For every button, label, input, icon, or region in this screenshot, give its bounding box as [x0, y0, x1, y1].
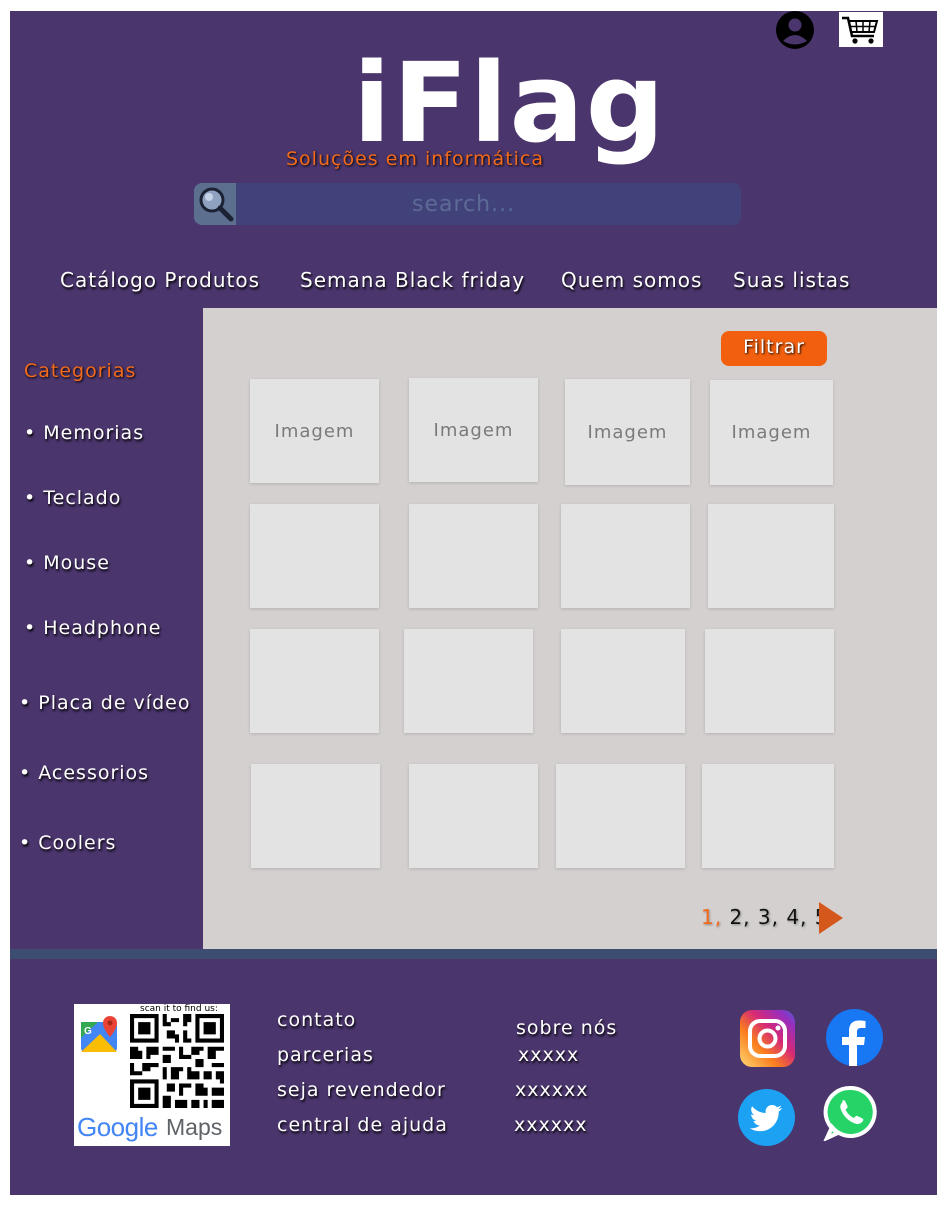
product-card[interactable]: Imagem [565, 379, 690, 485]
page-current[interactable]: 1, [701, 905, 722, 929]
product-card[interactable] [251, 764, 380, 868]
page-numbers[interactable]: 2, 3, 4, 5 [722, 905, 828, 929]
footer-contato[interactable]: contato [277, 1009, 356, 1031]
product-card[interactable] [409, 504, 538, 608]
categories-title: Categorias [24, 360, 137, 382]
category-placa-de-video[interactable]: • Placa de vídeo [19, 692, 190, 714]
product-image-label: Imagem [587, 421, 668, 443]
nav-catalogo[interactable]: Catálogo Produtos [60, 268, 260, 292]
product-image-label: Imagem [433, 419, 514, 441]
product-card[interactable]: Imagem [710, 380, 833, 485]
product-card[interactable]: Imagem [409, 378, 538, 482]
logo[interactable]: iFlag [353, 48, 667, 158]
footer-central-de-ajuda[interactable]: central de ajuda [277, 1114, 448, 1136]
svg-text:G: G [84, 1026, 92, 1037]
product-card[interactable] [250, 629, 379, 733]
search-placeholder: search... [412, 192, 516, 217]
product-card[interactable] [561, 629, 685, 733]
google-text: Google [77, 1112, 158, 1142]
facebook-icon[interactable] [826, 1009, 883, 1066]
product-card[interactable] [708, 504, 834, 608]
account-icon[interactable] [775, 10, 815, 50]
cart-icon[interactable] [839, 12, 883, 47]
maps-text: Maps [166, 1114, 223, 1140]
product-card[interactable] [702, 764, 834, 868]
footer-placeholder-1[interactable]: xxxxx [518, 1044, 579, 1066]
tagline: Soluções em informática [286, 148, 545, 170]
category-teclado[interactable]: • Teclado [24, 487, 121, 509]
footer-divider [10, 949, 937, 959]
nav-quem-somos[interactable]: Quem somos [561, 268, 702, 292]
footer-sobre-nos[interactable]: sobre nós [516, 1017, 617, 1039]
filter-button[interactable]: Filtrar [721, 331, 827, 366]
product-card[interactable] [556, 764, 685, 868]
nav-suas-listas[interactable]: Suas listas [733, 268, 850, 292]
nav-black-friday[interactable]: Semana Black friday [300, 268, 525, 292]
pagination[interactable]: 1, 2, 3, 4, 5 [701, 905, 829, 929]
footer-parcerias[interactable]: parcerias [277, 1044, 374, 1066]
product-card[interactable] [409, 764, 538, 868]
product-card[interactable] [705, 629, 834, 733]
category-headphone[interactable]: • Headphone [24, 617, 161, 639]
product-card[interactable] [250, 504, 379, 608]
qr-caption: scan it to find us: [140, 1004, 218, 1014]
footer-seja-revendedor[interactable]: seja revendedor [277, 1079, 446, 1101]
product-image-label: Imagem [731, 422, 812, 443]
google-maps-qr[interactable]: scan it to find us: G Google Maps [74, 1004, 230, 1146]
footer-placeholder-2[interactable]: xxxxxx [515, 1079, 588, 1101]
whatsapp-icon[interactable] [822, 1085, 878, 1143]
product-card[interactable]: Imagem [250, 379, 379, 483]
maps-pin-icon: G [81, 1016, 117, 1052]
product-card[interactable] [404, 629, 533, 733]
footer-placeholder-3[interactable]: xxxxxx [514, 1114, 587, 1136]
category-acessorios[interactable]: • Acessorios [19, 762, 149, 784]
product-card[interactable] [561, 504, 690, 608]
twitter-icon[interactable] [738, 1089, 795, 1146]
search-icon[interactable] [194, 183, 236, 225]
google-wordmark: Google [77, 1112, 158, 1143]
next-page-icon[interactable] [819, 902, 844, 934]
category-coolers[interactable]: • Coolers [19, 832, 116, 854]
instagram-icon[interactable] [740, 1010, 795, 1067]
qr-code [130, 1014, 224, 1108]
category-memorias[interactable]: • Memorias [24, 422, 144, 444]
category-mouse[interactable]: • Mouse [24, 552, 110, 574]
product-image-label: Imagem [274, 420, 355, 442]
